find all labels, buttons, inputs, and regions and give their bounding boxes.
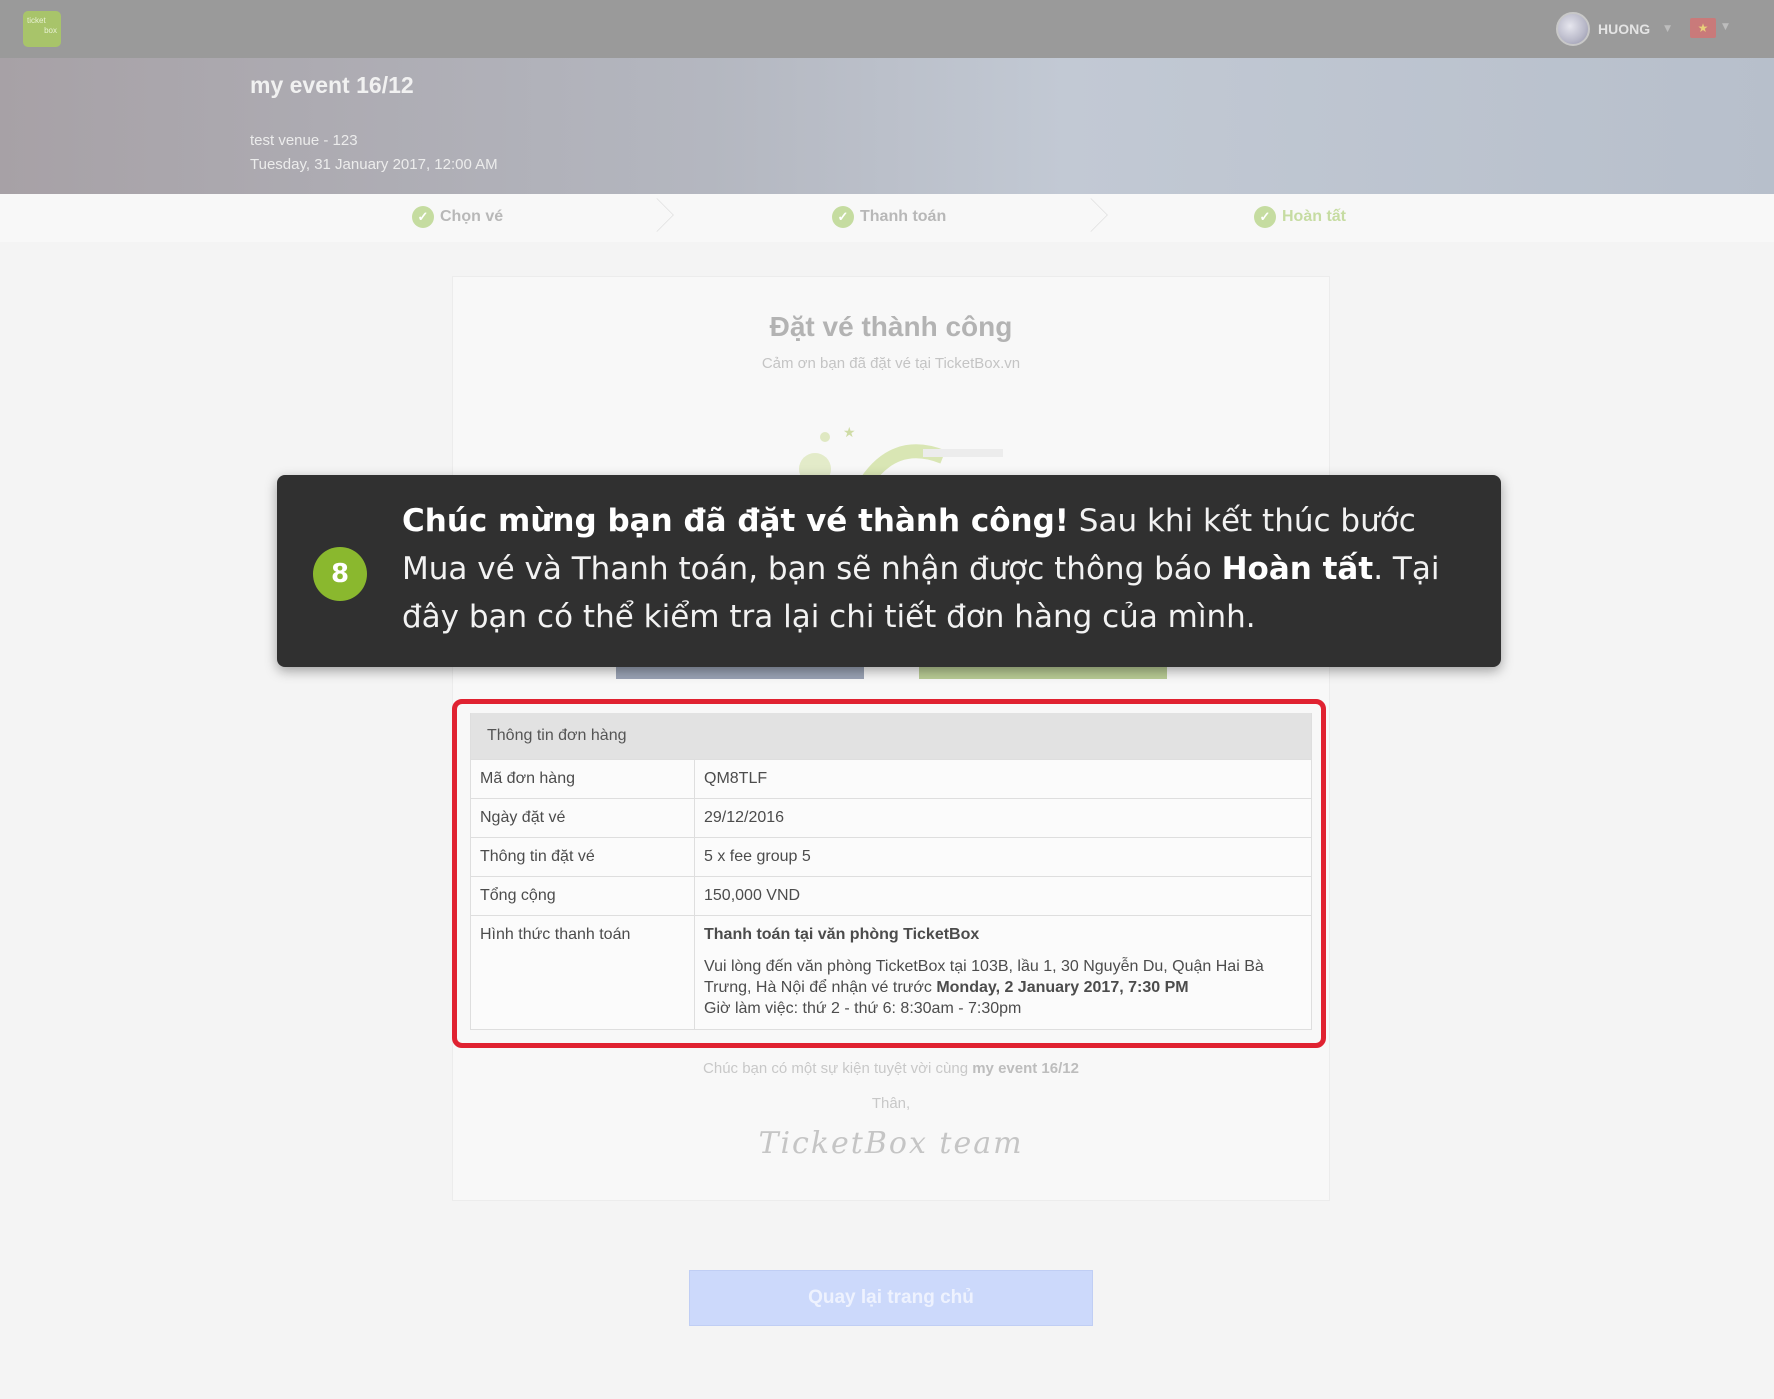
avatar[interactable]: [1556, 12, 1590, 46]
step-complete: ✓ Hoàn tất: [1254, 206, 1346, 228]
chevron-down-icon[interactable]: ▼: [1722, 22, 1729, 32]
chevron-right-icon: [640, 198, 674, 232]
tooltip-bold-1: Chúc mừng bạn đã đặt vé thành công!: [402, 503, 1069, 539]
step-payment: ✓ Thanh toán: [832, 206, 946, 228]
step-label: Chọn vé: [440, 208, 504, 225]
success-subtitle: Cảm ơn bạn đã đặt vé tại TicketBox.vn: [761, 355, 1021, 372]
chevron-down-icon[interactable]: ▼: [1664, 24, 1671, 34]
ticketbox-logo[interactable]: ticket box: [23, 11, 61, 47]
user-menu[interactable]: HUONG ▼: [1556, 12, 1671, 46]
tutorial-tooltip: 8 Chúc mừng bạn đã đặt vé thành công! Sa…: [277, 475, 1501, 667]
logo-text-line1: ticket: [27, 16, 46, 25]
chevron-right-icon: [1074, 198, 1108, 232]
highlight-frame: [452, 699, 1326, 1048]
user-name[interactable]: HUONG: [1598, 21, 1650, 37]
vietnam-flag-icon[interactable]: ★: [1690, 18, 1716, 38]
success-title: Đặt vé thành công: [769, 311, 1013, 342]
closing-text: Thân,: [871, 1095, 911, 1112]
check-icon: ✓: [1254, 206, 1276, 228]
signature: TicketBox team: [758, 1126, 1024, 1161]
svg-text:★: ★: [843, 425, 856, 441]
back-to-home-button[interactable]: Quay lại trang chủ: [689, 1270, 1093, 1326]
event-venue: test venue - 123: [250, 132, 358, 149]
tooltip-bold-2: Hoàn tất: [1221, 551, 1374, 587]
wish-event-name: my event 16/12: [972, 1060, 1079, 1077]
check-icon: ✓: [412, 206, 434, 228]
wish-prefix: Chúc bạn có một sự kiện tuyệt vời cùng: [703, 1060, 973, 1077]
event-banner: my event 16/12 test venue - 123 Tuesday,…: [0, 58, 1774, 194]
step-label: Thanh toán: [860, 208, 947, 225]
step-label: Hoàn tất: [1282, 208, 1346, 225]
step-choose-ticket: ✓ Chọn vé: [412, 206, 503, 228]
wish-text: Chúc bạn có một sự kiện tuyệt vời cùng m…: [452, 1060, 1330, 1077]
top-bar: ticket box HUONG ▼ ★ ▼: [0, 0, 1774, 58]
event-title: my event 16/12: [250, 72, 414, 98]
event-date: Tuesday, 31 January 2017, 12:00 AM: [250, 156, 498, 173]
tooltip-text: Chúc mừng bạn đã đặt vé thành công! Sau …: [402, 497, 1462, 641]
step-number-badge: 8: [313, 547, 367, 601]
check-icon: ✓: [832, 206, 854, 228]
logo-text-line2: box: [44, 26, 57, 35]
checkout-steps: ✓ Chọn vé ✓ Thanh toán ✓ Hoàn tất: [0, 194, 1774, 242]
